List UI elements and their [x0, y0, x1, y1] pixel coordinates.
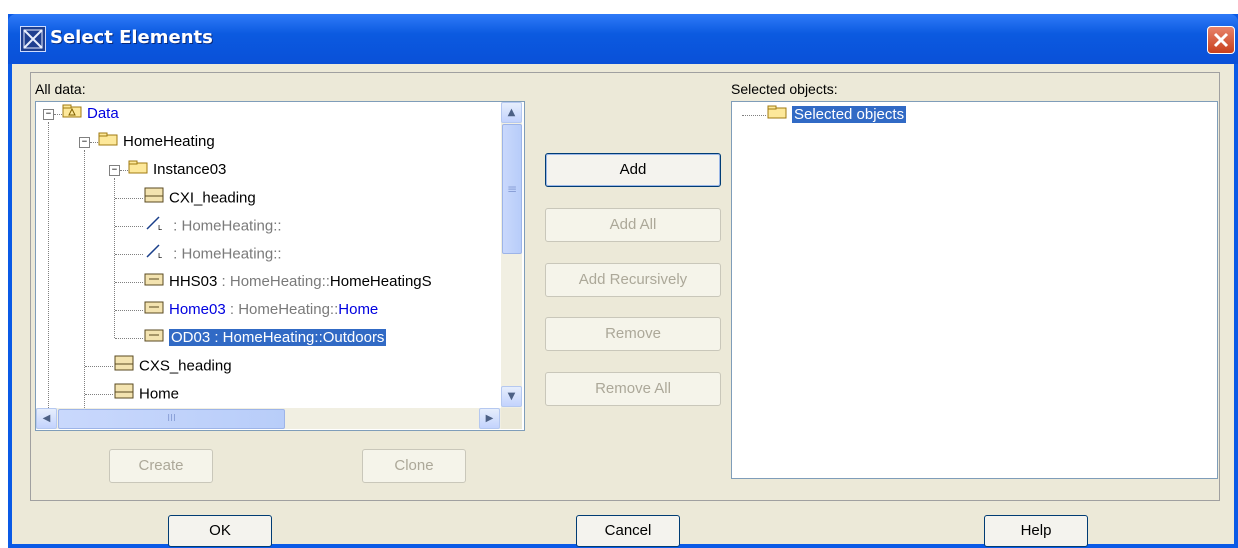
- top-strip: [0, 0, 1238, 14]
- select-elements-dialog: Select Elements All data: − Data − HomeH…: [8, 14, 1238, 548]
- tree-node-home03[interactable]: Home03 : HomeHeating::Home: [144, 299, 378, 321]
- tree-connector: [115, 282, 143, 283]
- tree-node-label: HHS03: [169, 273, 218, 290]
- remove-all-button[interactable]: Remove All: [545, 372, 721, 406]
- tree-node-hhs03[interactable]: HHS03 : HomeHeating::HomeHeatingS: [144, 271, 432, 293]
- tree-connector: [85, 366, 113, 367]
- tree-node-label: CXS_heading: [139, 357, 232, 375]
- class-icon: [114, 383, 134, 406]
- tree-connector: [742, 115, 766, 116]
- class-icon: [144, 187, 164, 210]
- tree-connector: [115, 226, 143, 227]
- tree-node-label: Home03: [169, 301, 226, 318]
- tree-connector: [115, 254, 143, 255]
- tree-node-label: Selected objects: [792, 106, 907, 123]
- app-icon: [20, 26, 46, 52]
- ok-button[interactable]: OK: [168, 515, 272, 547]
- tree-node-selected-objects[interactable]: Selected objects: [767, 104, 907, 126]
- help-button[interactable]: Help: [984, 515, 1088, 547]
- tree-node-od03-selected[interactable]: OD03 : HomeHeating::Outdoors: [144, 327, 387, 349]
- tree-node-instance03[interactable]: Instance03: [128, 159, 226, 181]
- scroll-thumb[interactable]: ≡: [502, 124, 522, 254]
- svg-text:L: L: [158, 252, 162, 259]
- tree-connector: [120, 170, 128, 171]
- content-panel: All data: − Data − HomeHeating − Instanc…: [30, 72, 1220, 501]
- tree-node-label: Data: [87, 105, 119, 122]
- tree-node-label: : HomeHeating::: [169, 245, 282, 263]
- tree-node-label: Instance03: [153, 161, 227, 178]
- tree-node-type: : HomeHeating::: [217, 273, 330, 290]
- tree-node-label: Home: [139, 385, 180, 403]
- tree-node-data[interactable]: Data: [62, 103, 119, 125]
- remove-button[interactable]: Remove: [545, 317, 721, 351]
- tree-connector: [115, 338, 143, 339]
- class-icon: [114, 355, 134, 378]
- window-title: Select Elements: [50, 27, 213, 48]
- tree-connector: [85, 394, 113, 395]
- tree-node-cxs-heading[interactable]: CXS_heading: [114, 355, 232, 377]
- all-data-label: All data:: [35, 81, 86, 97]
- tree-node-label: HomeHeating: [123, 133, 215, 150]
- all-data-tree[interactable]: − Data − HomeHeating − Instance03 CXI_he…: [35, 101, 525, 431]
- tree-node-link[interactable]: L : HomeHeating::: [144, 215, 282, 237]
- vertical-scrollbar[interactable]: ▲ ≡ ▼: [501, 102, 522, 408]
- tree-node-home[interactable]: Home: [114, 383, 179, 405]
- link-icon: L: [144, 215, 164, 238]
- collapse-icon[interactable]: −: [43, 109, 54, 120]
- link-icon: L: [144, 243, 164, 266]
- clone-button[interactable]: Clone: [362, 449, 466, 483]
- cancel-button[interactable]: Cancel: [576, 515, 680, 547]
- close-button[interactable]: [1207, 26, 1235, 54]
- instance-icon: [144, 271, 164, 293]
- scroll-up-button[interactable]: ▲: [501, 102, 522, 123]
- dialog-client-area: All data: − Data − HomeHeating − Instanc…: [12, 64, 1234, 547]
- tree-connector: [115, 198, 143, 199]
- instance-icon: [144, 299, 164, 321]
- scroll-thumb-horizontal[interactable]: III: [58, 409, 285, 429]
- scroll-corner: [501, 408, 522, 429]
- collapse-icon[interactable]: −: [79, 137, 90, 148]
- title-bar: Select Elements: [8, 14, 1238, 64]
- tree-connector: [90, 142, 98, 143]
- svg-text:L: L: [158, 224, 162, 231]
- create-button[interactable]: Create: [109, 449, 213, 483]
- tree-node-cxi-heading[interactable]: CXI_heading: [144, 187, 256, 209]
- tree-node-homeheating[interactable]: HomeHeating: [98, 131, 215, 153]
- instance-icon: [144, 327, 164, 349]
- add-all-button[interactable]: Add All: [545, 208, 721, 242]
- tree-line: [114, 178, 115, 338]
- tree-node-label: : HomeHeating::: [169, 217, 282, 235]
- tree-node-label: OD03 : HomeHeating::Outdoors: [169, 329, 387, 346]
- selected-objects-label: Selected objects:: [731, 81, 838, 97]
- folder-icon: [767, 104, 787, 126]
- tree-connector: [54, 114, 62, 115]
- package-folder-icon: [62, 103, 82, 125]
- tree-node-label: CXI_heading: [169, 189, 256, 207]
- close-icon: [1213, 32, 1229, 48]
- horizontal-scrollbar[interactable]: ◀ III ▶: [36, 408, 501, 429]
- scroll-left-button[interactable]: ◀: [36, 408, 57, 429]
- tree-node-type: HomeHeatingS: [329, 273, 432, 290]
- collapse-icon[interactable]: −: [109, 165, 120, 176]
- scroll-right-button[interactable]: ▶: [479, 408, 500, 429]
- tree-node-type: : HomeHeating::: [225, 301, 339, 318]
- add-recursively-button[interactable]: Add Recursively: [545, 263, 721, 297]
- add-button[interactable]: Add: [545, 153, 721, 187]
- folder-icon: [128, 159, 148, 181]
- scroll-down-button[interactable]: ▼: [501, 386, 522, 407]
- tree-node-link[interactable]: L : HomeHeating::: [144, 243, 282, 265]
- selected-objects-tree[interactable]: Selected objects: [731, 101, 1218, 479]
- tree-line: [48, 122, 49, 422]
- tree-line: [84, 150, 85, 420]
- folder-icon: [98, 131, 118, 153]
- tree-node-type: Home: [338, 301, 379, 318]
- tree-connector: [115, 310, 143, 311]
